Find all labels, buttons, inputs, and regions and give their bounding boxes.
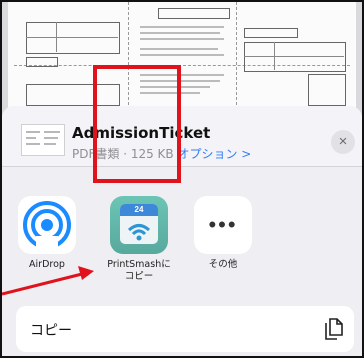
more-icon: ••• <box>194 196 252 254</box>
document-preview <box>2 2 362 117</box>
app-label: その他 <box>208 259 238 270</box>
airdrop-icon <box>18 196 76 254</box>
close-button[interactable]: × <box>331 130 355 154</box>
copy-document-icon <box>325 318 343 340</box>
annotation-arrow <box>2 266 94 296</box>
copy-label: コピー <box>30 323 72 339</box>
calendar-badge: 24 <box>120 204 158 216</box>
app-label: PrintSmashに コピー <box>107 259 171 282</box>
highlight-box <box>93 65 181 183</box>
share-app-more[interactable]: ••• その他 <box>188 196 258 271</box>
share-app-printsmash[interactable]: 24 PrintSmashに コピー <box>104 196 174 283</box>
document-page <box>8 2 356 115</box>
options-link[interactable]: オプション > <box>177 147 251 161</box>
copy-action[interactable]: コピー <box>16 306 354 352</box>
share-sheet: AdmissionTicket PDF書類 · 125 KB オプション > ×… <box>2 106 362 356</box>
share-sheet-header: AdmissionTicket PDF書類 · 125 KB オプション > × <box>2 106 362 167</box>
document-thumbnail <box>21 124 65 156</box>
screenshot-frame: AdmissionTicket PDF書類 · 125 KB オプション > ×… <box>0 0 364 358</box>
printsmash-icon: 24 <box>110 196 168 254</box>
